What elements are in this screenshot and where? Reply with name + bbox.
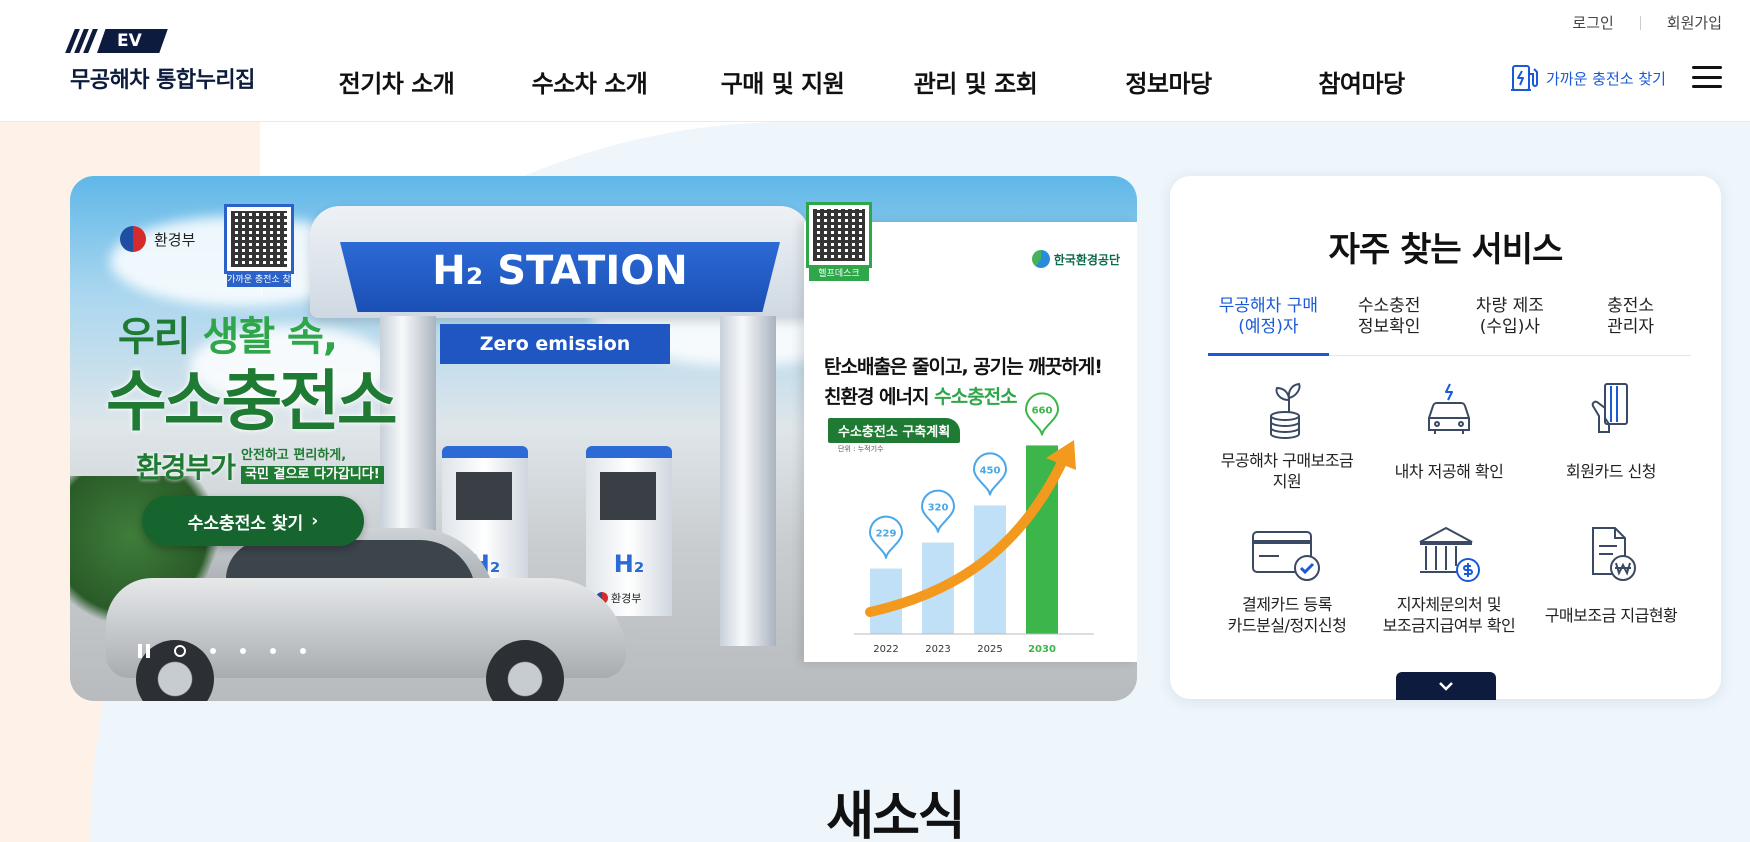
chevron-down-icon: [1439, 682, 1453, 691]
station-canopy: H₂ STATION: [310, 206, 810, 318]
chart-tick-label: 2023: [925, 644, 950, 655]
services-tabs: 무공해차 구매 (예정)자 수소충전 정보확인 차량 제조 (수입)사 충전소 관리자: [1208, 296, 1691, 356]
tab-hydrogen-info[interactable]: 수소충전 정보확인: [1329, 296, 1450, 355]
coins-plant-icon: [1270, 382, 1301, 439]
info-panel: 헬프데스크 한국환경공단 탄소배출은 줄이고, 공기는 깨끗하게! 친환경 에너…: [804, 202, 1137, 662]
car-image: [106, 528, 626, 701]
ministry-emblem-icon: [120, 226, 146, 252]
services-title: 자주 찾는 서비스: [1328, 230, 1564, 270]
government-building-icon: [1419, 526, 1480, 582]
slide-controls: [138, 644, 306, 658]
login-link[interactable]: 로그인: [1572, 12, 1613, 33]
service-subsidy-status[interactable]: 구매보조금 지급현황: [1530, 520, 1692, 636]
services-grid: 무공해차 구매보조금 지원 내차 저공해 확인 회원카드 신청 결제카드 등록 …: [1206, 376, 1692, 636]
service-local-gov-inquiry[interactable]: 지자체문의처 및 보조금지급여부 확인: [1368, 520, 1530, 636]
services-more-button[interactable]: [1396, 672, 1496, 700]
nav-item-manage-lookup[interactable]: 관리 및 조회: [879, 64, 1072, 99]
document-won-icon: [1592, 527, 1636, 581]
chart-data-label: 320: [928, 503, 949, 514]
electric-car-icon: [1428, 383, 1470, 434]
charger-icon: [1511, 65, 1538, 91]
nav-item-info[interactable]: 정보마당: [1072, 64, 1265, 99]
station-plan-chart: 229 2022 320 2023 450 2025 660 2030: [854, 392, 1094, 655]
pause-icon[interactable]: [138, 644, 150, 658]
banner-headline-3: 환경부가 안전하고 편리하게, 국민 곁으로 다가갑니다!: [136, 446, 384, 486]
ministry-logo: 환경부: [120, 226, 195, 252]
card-hand-icon: [1591, 383, 1628, 433]
slide-dot[interactable]: [300, 648, 306, 654]
chart-data-label: 450: [980, 465, 1001, 476]
service-purchase-subsidy[interactable]: 무공해차 구매보조금 지원: [1206, 376, 1368, 492]
service-payment-card[interactable]: 결제카드 등록 카드분실/정지신청: [1206, 520, 1368, 636]
find-charger-link[interactable]: 가까운 충전소 찾기: [1508, 62, 1666, 94]
slide-dot[interactable]: [210, 648, 216, 654]
chart-tick-label: 2022: [873, 644, 898, 655]
nav-item-hydrogen-intro[interactable]: 수소차 소개: [493, 64, 686, 99]
chart-data-label: 229: [876, 529, 897, 540]
station-subtitle: Zero emission: [440, 324, 670, 364]
tab-manufacturer[interactable]: 차량 제조 (수입)사: [1450, 296, 1571, 355]
main-banner[interactable]: H₂ STATION Zero emission H₂ H₂ 환경부 환경부 가…: [70, 176, 1137, 701]
nav-item-participation[interactable]: 참여마당: [1265, 64, 1458, 99]
main-nav: 전기차 소개 수소차 소개 구매 및 지원 관리 및 조회 정보마당 참여마당: [300, 64, 1458, 99]
slide-dot[interactable]: [174, 645, 186, 657]
find-hydrogen-station-button[interactable]: 수소충전소 찾기 ›: [142, 496, 364, 546]
quick-services-panel: 자주 찾는 서비스 무공해차 구매 (예정)자 수소충전 정보확인 차량 제조 (수입…: [1170, 176, 1721, 700]
chevron-right-icon: ›: [311, 511, 319, 531]
service-low-emission-check[interactable]: 내차 저공해 확인: [1368, 376, 1530, 492]
nav-item-ev-intro[interactable]: 전기차 소개: [300, 64, 493, 99]
slide-dot[interactable]: [270, 648, 276, 654]
nav-item-purchase-support[interactable]: 구매 및 지원: [686, 64, 879, 99]
station-title: H₂ STATION: [432, 248, 688, 294]
slide-dot[interactable]: [240, 648, 246, 654]
find-charger-label: 가까운 충전소 찾기: [1546, 69, 1666, 88]
tab-station-manager[interactable]: 충전소 관리자: [1570, 296, 1691, 355]
logo-text: 무공해차 통합누리집: [70, 68, 255, 93]
site-header: 로그인 회원가입 EV 무공해차 통합누리집 전기차 소개 수소차 소개 구매 …: [0, 0, 1750, 122]
news-section-title: 새소식: [826, 787, 966, 842]
chart-tick-label: 2030: [1028, 644, 1056, 655]
utility-links: 로그인 회원가입: [1572, 12, 1722, 33]
banner-headline-2: 수소충전소: [106, 363, 398, 440]
chart-tick-label: 2025: [977, 644, 1002, 655]
logo-mark: EV: [65, 28, 255, 54]
qr-code-charger[interactable]: 가까운 충전소 찾기: [224, 204, 294, 299]
signup-link[interactable]: 회원가입: [1667, 12, 1722, 33]
chart-data-label: 660: [1032, 405, 1053, 416]
hamburger-icon[interactable]: [1692, 66, 1722, 88]
tab-buyer[interactable]: 무공해차 구매 (예정)자: [1208, 296, 1329, 356]
logo-badge: EV: [97, 29, 168, 53]
divider: [1639, 15, 1641, 30]
logo-stripes: [65, 29, 98, 53]
site-logo[interactable]: EV 무공해차 통합누리집: [65, 28, 255, 94]
service-member-card[interactable]: 회원카드 신청: [1530, 376, 1692, 492]
credit-card-check-icon: [1252, 531, 1320, 581]
qr-caption: 가까운 충전소 찾기: [227, 273, 291, 299]
